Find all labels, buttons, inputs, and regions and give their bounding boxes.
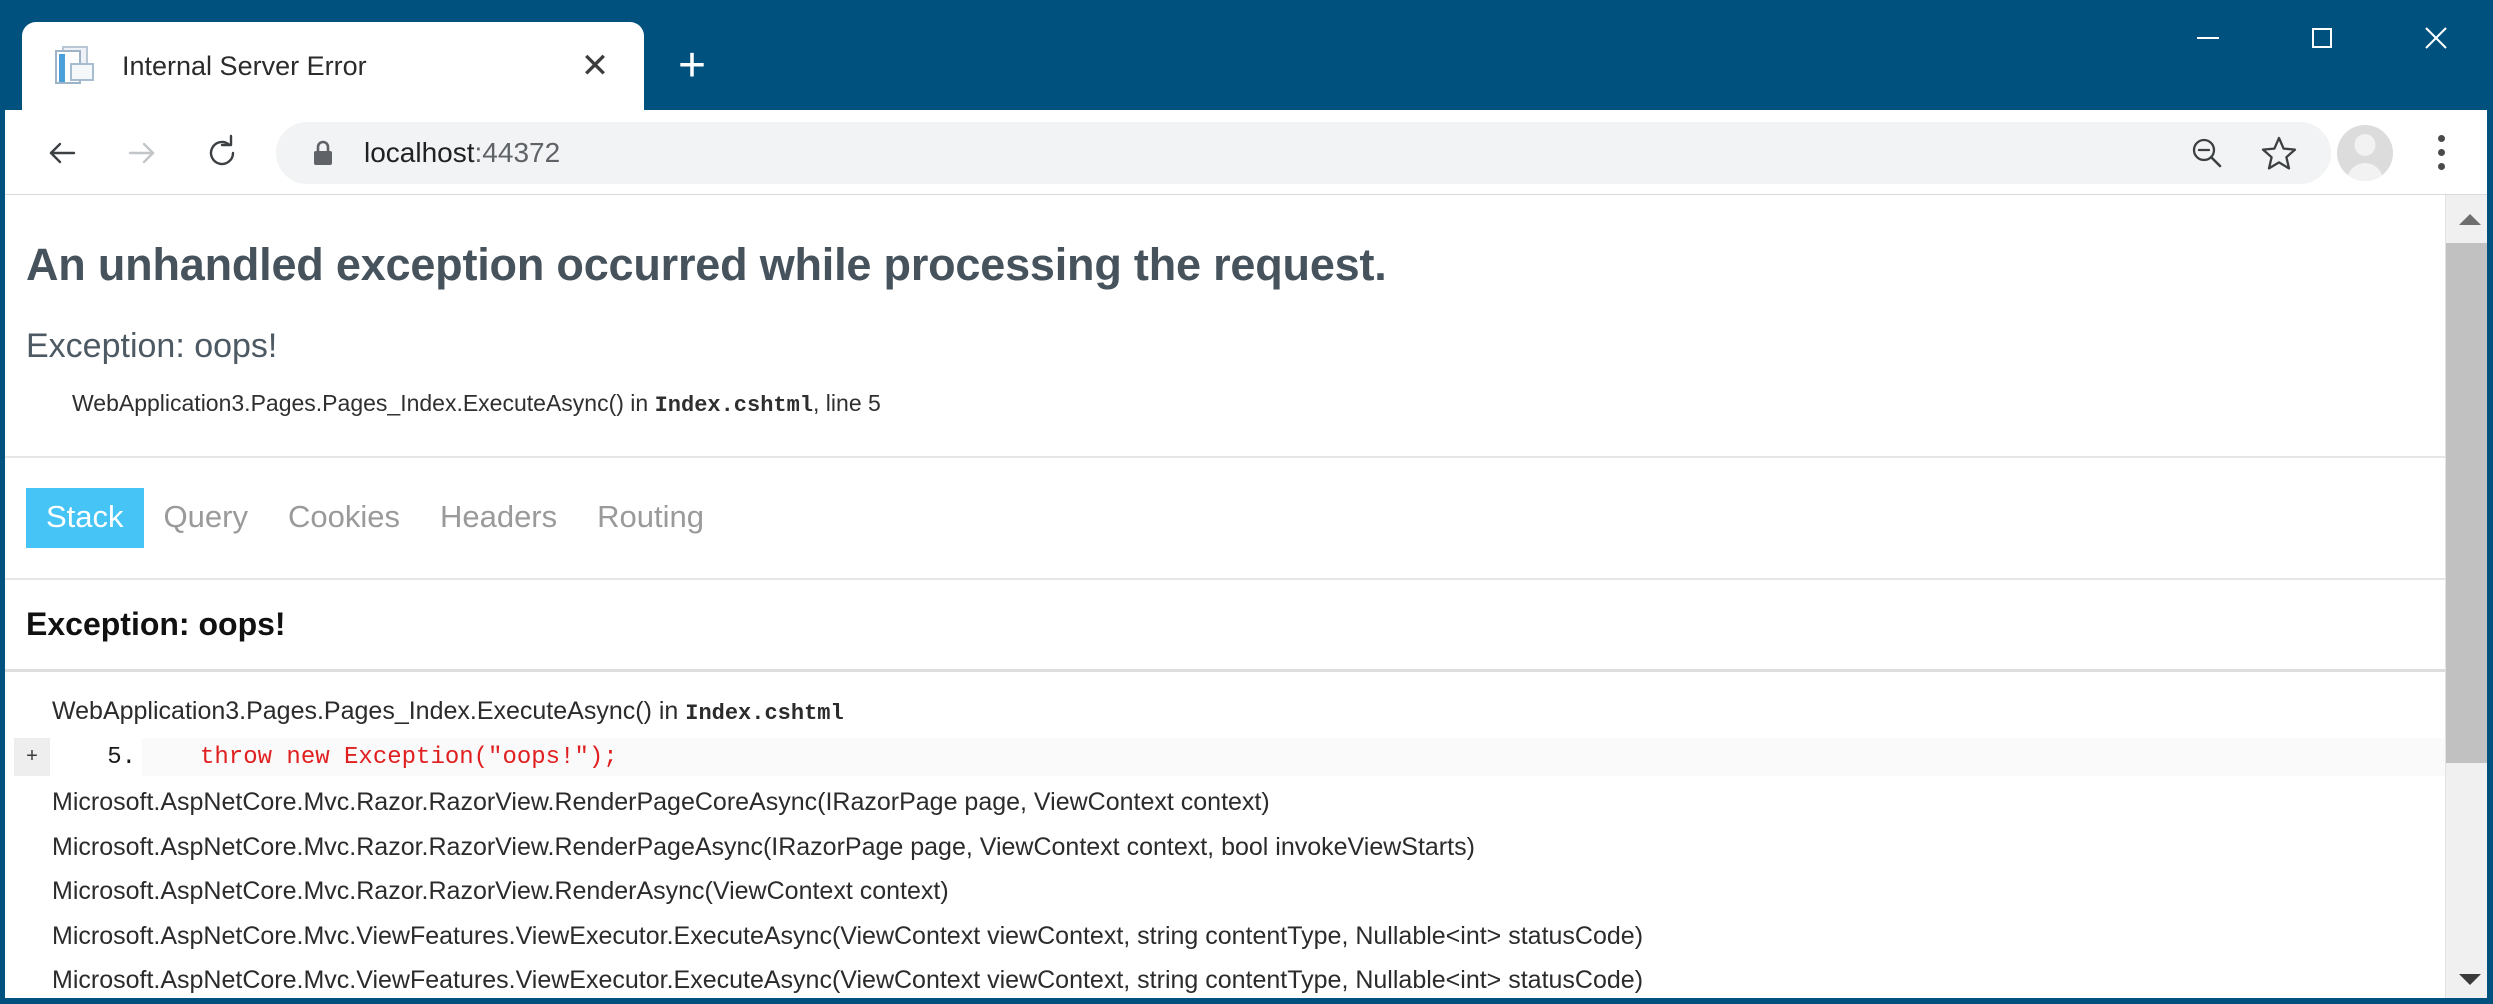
tab-routing[interactable]: Routing <box>577 488 724 548</box>
window-left-edge <box>0 110 5 1004</box>
exception-location: WebApplication3.Pages.Pages_Index.Execut… <box>26 390 2419 418</box>
tab-title: Internal Server Error <box>122 50 367 81</box>
tab-strip: Internal Server Error ✕ + <box>22 22 730 110</box>
page-scrollbar[interactable] <box>2445 195 2493 1004</box>
navigation-toolbar: localhost:44372 <box>0 110 2493 195</box>
back-button[interactable] <box>26 117 98 189</box>
browser-tab-internal-server-error[interactable]: Internal Server Error ✕ <box>22 22 644 110</box>
url-text: localhost:44372 <box>364 137 2171 169</box>
stack-frame-top-file: Index.cshtml <box>685 700 844 726</box>
avatar-icon[interactable] <box>2337 124 2393 181</box>
stack-frame: Microsoft.AspNetCore.Mvc.ViewFeatures.Vi… <box>52 966 1644 995</box>
stack-frame: Microsoft.AspNetCore.Mvc.Razor.RazorView… <box>52 788 1270 817</box>
stack-frame: Microsoft.AspNetCore.Mvc.Razor.RazorView… <box>52 877 949 906</box>
scroll-down-arrow-icon[interactable] <box>2446 956 2493 1004</box>
tab-stack[interactable]: Stack <box>26 487 144 548</box>
new-tab-button[interactable]: + <box>654 28 730 104</box>
maximize-button[interactable] <box>2265 0 2379 76</box>
divider-top <box>0 455 2445 458</box>
address-bar[interactable]: localhost:44372 <box>276 121 2331 184</box>
window-bottom-edge <box>0 998 2493 1004</box>
error-tabs: Stack Query Cookies Headers Routing <box>26 487 2419 548</box>
exception-subtitle: Exception: oops! <box>26 326 278 365</box>
stack-frame: Microsoft.AspNetCore.Mvc.ViewFeatures.Vi… <box>52 921 1644 950</box>
window-controls <box>2151 0 2493 76</box>
url-port: :44372 <box>474 136 561 168</box>
reload-button[interactable] <box>186 117 258 189</box>
title-bar: Internal Server Error ✕ + <box>0 0 2493 110</box>
minimize-button[interactable] <box>2151 0 2265 76</box>
three-dots-icon[interactable] <box>2411 122 2471 184</box>
source-code-row: + 5. throw new Exception("oops!"); <box>0 738 2445 777</box>
page-document-icon <box>54 45 96 87</box>
tab-query[interactable]: Query <box>144 488 268 548</box>
error-page: An unhandled exception occurred while pr… <box>0 195 2445 1004</box>
page-title: An unhandled exception occurred while pr… <box>26 239 1387 290</box>
scrollbar-thumb[interactable] <box>2446 243 2493 764</box>
divider-stack <box>0 668 2445 672</box>
scroll-up-arrow-icon[interactable] <box>2446 195 2493 243</box>
zoom-out-icon[interactable] <box>2171 122 2243 184</box>
url-host: localhost <box>364 136 475 168</box>
close-window-button[interactable] <box>2379 0 2493 76</box>
lock-icon <box>306 138 340 168</box>
source-line-number: 5. <box>107 743 136 771</box>
stack-frame-top-prefix: WebApplication3.Pages.Pages_Index.Execut… <box>52 696 686 725</box>
source-line-text: throw new Exception("oops!"); <box>142 738 2445 777</box>
window-right-edge <box>2487 0 2493 1004</box>
exception-location-suffix: , line 5 <box>813 389 881 416</box>
stack-frame: Microsoft.AspNetCore.Mvc.Razor.RazorView… <box>52 832 1475 861</box>
forward-button <box>106 117 178 189</box>
divider-tabs <box>0 577 2445 580</box>
stack-frame-top: WebApplication3.Pages.Pages_Index.Execut… <box>0 694 2445 730</box>
tab-cookies[interactable]: Cookies <box>268 488 420 548</box>
scrollbar-track[interactable] <box>2446 243 2493 956</box>
exception-location-prefix: WebApplication3.Pages.Pages_Index.Execut… <box>72 389 655 416</box>
page-viewport: An unhandled exception occurred while pr… <box>0 195 2493 1004</box>
tab-headers[interactable]: Headers <box>420 488 577 548</box>
exception-location-file: Index.cshtml <box>654 392 814 418</box>
star-icon[interactable] <box>2243 122 2315 184</box>
expand-source-toggle[interactable]: + <box>14 738 50 777</box>
browser-window: Internal Server Error ✕ + localhost:4437… <box>0 0 2493 1004</box>
close-tab-icon[interactable]: ✕ <box>568 39 622 93</box>
stack-heading: Exception: oops! <box>26 605 286 642</box>
